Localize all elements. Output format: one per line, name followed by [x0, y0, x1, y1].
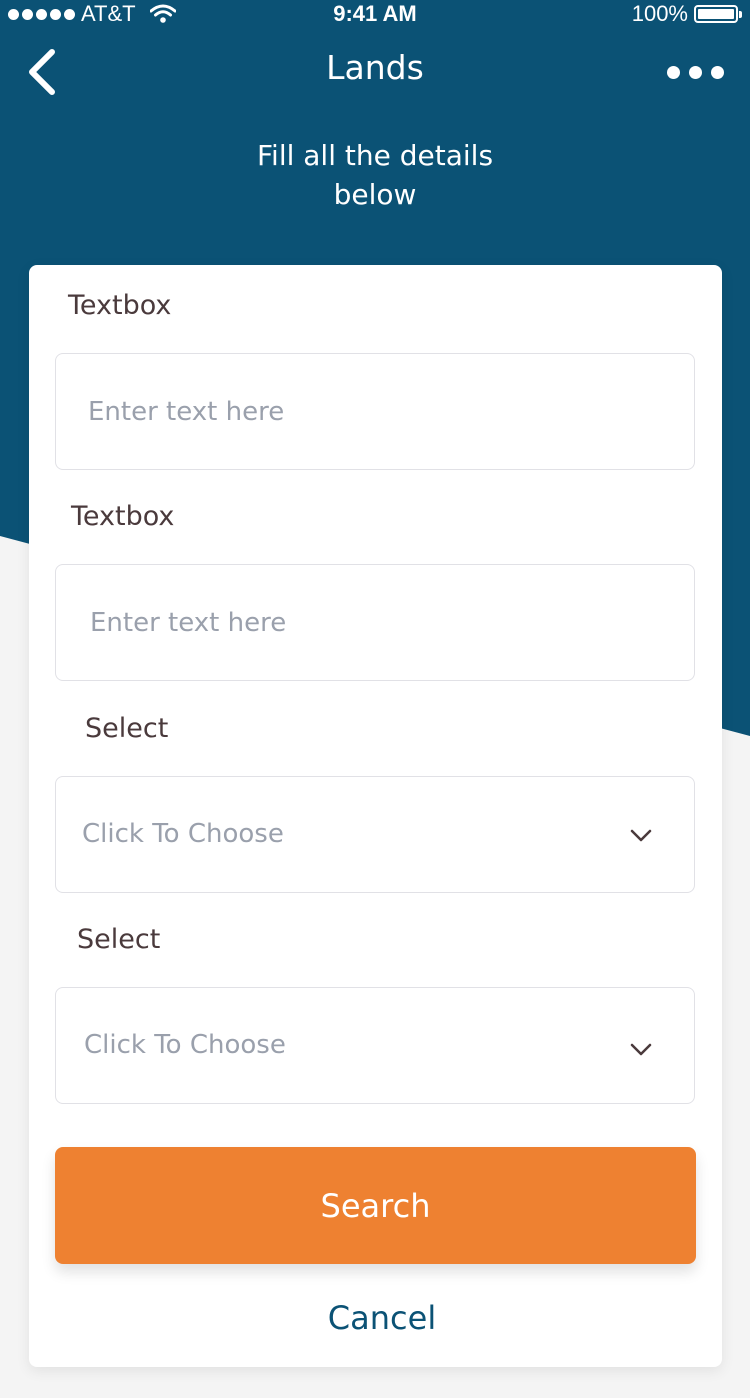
ellipsis-icon — [667, 66, 680, 79]
battery-icon — [694, 5, 742, 23]
battery-percent: 100% — [631, 1, 688, 26]
textbox-field-1 — [55, 353, 695, 470]
select-dropdown-2[interactable]: Click To Choose — [55, 987, 695, 1104]
select-value-1: Click To Choose — [82, 819, 284, 849]
form-card: Textbox Textbox Select Click To Choose S… — [29, 265, 722, 1367]
cancel-button[interactable]: Cancel — [29, 1299, 735, 1337]
page-title: Lands — [326, 48, 424, 87]
textbox-label-2: Textbox — [71, 501, 175, 532]
select-dropdown-1[interactable]: Click To Choose — [55, 776, 695, 893]
textbox-label-1: Textbox — [68, 290, 172, 321]
search-button[interactable]: Search — [55, 1147, 696, 1264]
select-label-2: Select — [77, 924, 161, 955]
more-options-button[interactable] — [667, 66, 724, 79]
instructions-subtitle: Fill all the details below — [256, 139, 494, 211]
status-bar: AT&T 9:41 AM 100% — [0, 0, 750, 30]
text-input-2[interactable] — [56, 565, 694, 680]
select-label-1: Select — [85, 713, 169, 744]
select-value-2: Click To Choose — [84, 1030, 286, 1060]
status-right: 100% — [631, 1, 742, 27]
textbox-field-2 — [55, 564, 695, 681]
chevron-down-icon — [630, 1043, 652, 1056]
text-input-1[interactable] — [56, 354, 694, 469]
chevron-down-icon — [630, 829, 652, 842]
